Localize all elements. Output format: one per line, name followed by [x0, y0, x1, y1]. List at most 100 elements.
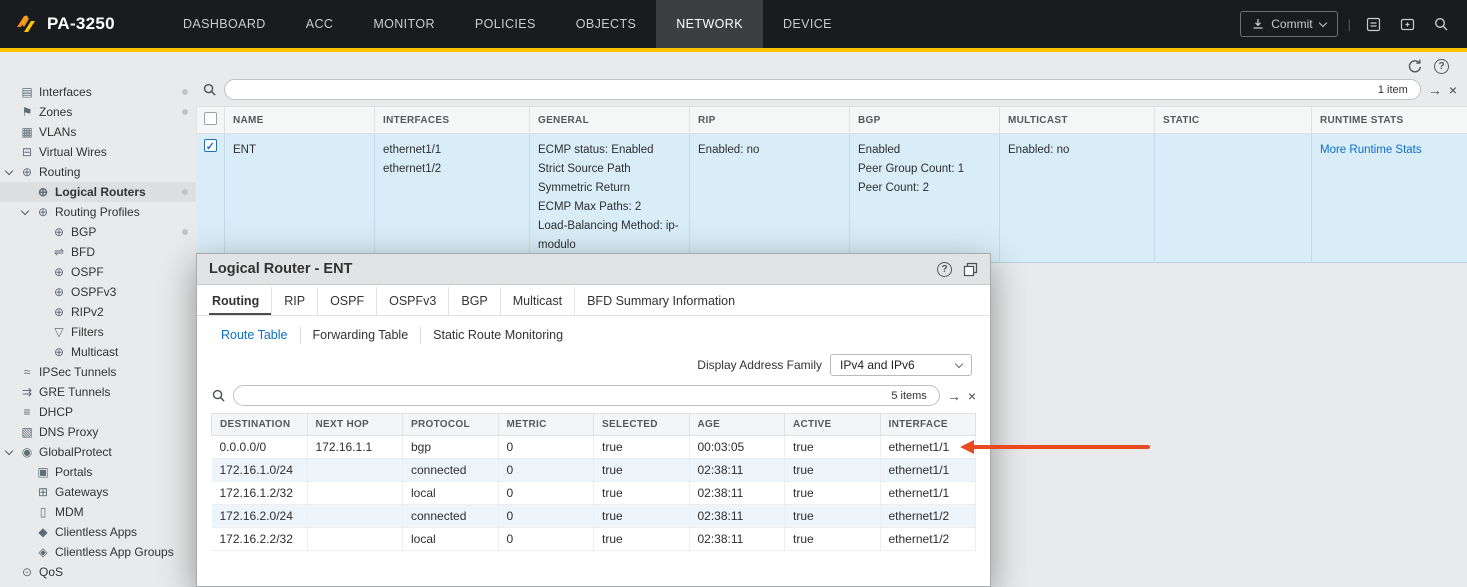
column-header-multicast[interactable]: MULTICAST [1000, 107, 1155, 134]
subtab-forwarding-table[interactable]: Forwarding Table [300, 327, 421, 344]
more-runtime-stats-link[interactable]: More Runtime Stats [1320, 144, 1422, 156]
chevron-down-icon[interactable] [21, 206, 29, 214]
search-input[interactable]: 1 item [224, 79, 1421, 100]
nav-device[interactable]: DEVICE [763, 0, 852, 48]
route-column-protocol[interactable]: PROTOCOL [403, 414, 499, 436]
route-cell-interface: ethernet1/1 [880, 436, 976, 459]
route-row[interactable]: 172.16.2.0/24connected0true02:38:11truee… [212, 505, 976, 528]
route-column-metric[interactable]: METRIC [498, 414, 594, 436]
route-row[interactable]: 172.16.1.2/32local0true02:38:11trueether… [212, 482, 976, 505]
apply-filter-arrow-icon[interactable]: → [947, 389, 961, 403]
sidebar-item-gre-tunnels[interactable]: ⇉GRE Tunnels [0, 382, 196, 402]
dialog-tab-ospf[interactable]: OSPF [317, 287, 376, 315]
sidebar-item-zones[interactable]: ⚑Zones [0, 102, 196, 122]
column-header-static[interactable]: STATIC [1155, 107, 1312, 134]
sidebar-item-dhcp[interactable]: ≡DHCP [0, 402, 196, 422]
route-cell-age: 02:38:11 [689, 459, 785, 482]
help-icon[interactable]: ? [1434, 59, 1449, 74]
tasks-icon[interactable] [1361, 12, 1385, 36]
chevron-down-icon[interactable] [5, 166, 13, 174]
route-search-input[interactable]: 5 items [233, 385, 940, 406]
sidebar-item-gateways[interactable]: ⊞Gateways [0, 482, 196, 502]
commit-button[interactable]: Commit [1240, 11, 1337, 37]
maximize-icon[interactable] [963, 262, 978, 277]
sidebar-item-ospfv3[interactable]: ⊕OSPFv3 [0, 282, 196, 302]
cell-interfaces: ethernet1/1 ethernet1/2 [375, 134, 530, 263]
subtab-static-route-monitoring[interactable]: Static Route Monitoring [420, 327, 575, 344]
sidebar-item-multicast[interactable]: ⊕Multicast [0, 342, 196, 362]
route-row[interactable]: 0.0.0.0/0172.16.1.1bgp0true00:03:05truee… [212, 436, 976, 459]
dns-proxy-icon: ▧ [19, 425, 35, 439]
route-cell-age: 02:38:11 [689, 528, 785, 551]
cell-general: ECMP status: Enabled Strict Source Path … [530, 134, 690, 263]
column-header-runtime-stats[interactable]: RUNTIME STATS [1312, 107, 1467, 134]
dialog-tab-routing[interactable]: Routing [209, 287, 271, 315]
sidebar-item-filters[interactable]: ▽Filters [0, 322, 196, 342]
route-column-active[interactable]: ACTIVE [785, 414, 881, 436]
refresh-icon[interactable] [1407, 58, 1423, 74]
sidebar-item-vlans[interactable]: ▦VLANs [0, 122, 196, 142]
column-header-bgp[interactable]: BGP [850, 107, 1000, 134]
sidebar-item-bfd[interactable]: ⇌BFD [0, 242, 196, 262]
config-window-icon[interactable] [1395, 12, 1419, 36]
nav-policies[interactable]: POLICIES [455, 0, 556, 48]
sidebar-item-virtual-wires[interactable]: ⊟Virtual Wires [0, 142, 196, 162]
dialog-tab-rip[interactable]: RIP [271, 287, 317, 315]
sidebar-item-ipsec-tunnels[interactable]: ≈IPSec Tunnels [0, 362, 196, 382]
column-header-name[interactable]: NAME [225, 107, 375, 134]
select-all-header[interactable] [197, 107, 225, 134]
nav-acc[interactable]: ACC [286, 0, 354, 48]
route-column-destination[interactable]: DESTINATION [212, 414, 308, 436]
clear-filter-icon[interactable]: × [968, 389, 976, 403]
sidebar-item-ripv2[interactable]: ⊕RIPv2 [0, 302, 196, 322]
route-column-interface[interactable]: INTERFACE [880, 414, 976, 436]
sidebar-item-label: DNS Proxy [39, 425, 98, 439]
sidebar-item-globalprotect[interactable]: ◉GlobalProtect [0, 442, 196, 462]
sidebar-item-logical-routers[interactable]: ⊕Logical Routers [0, 182, 196, 202]
sidebar-item-clientless-apps[interactable]: ◆Clientless Apps [0, 522, 196, 542]
bgp-icon: ⊕ [51, 225, 67, 239]
sidebar-item-portals[interactable]: ▣Portals [0, 462, 196, 482]
cell-static [1155, 134, 1312, 263]
sidebar-item-clientless-app-groups[interactable]: ◈Clientless App Groups [0, 542, 196, 562]
row-checkbox[interactable] [204, 139, 217, 152]
route-column-age[interactable]: AGE [689, 414, 785, 436]
dialog-help-icon[interactable]: ? [937, 262, 952, 277]
logical-router-row[interactable]: ENTethernet1/1 ethernet1/2ECMP status: E… [197, 134, 1467, 263]
route-row[interactable]: 172.16.2.2/32local0true02:38:11trueether… [212, 528, 976, 551]
sidebar-item-bgp[interactable]: ⊕BGP [0, 222, 196, 242]
sidebar-item-mdm[interactable]: ▯MDM [0, 502, 196, 522]
clear-filter-icon[interactable]: × [1449, 83, 1457, 97]
sidebar-item-routing-profiles[interactable]: ⊕Routing Profiles [0, 202, 196, 222]
sidebar-item-routing[interactable]: ⊕Routing [0, 162, 196, 182]
sidebar-item-label: Clientless Apps [55, 525, 137, 539]
sidebar-item-label: DHCP [39, 405, 73, 419]
route-cell-age: 00:03:05 [689, 436, 785, 459]
column-header-interfaces[interactable]: INTERFACES [375, 107, 530, 134]
subtab-route-table[interactable]: Route Table [209, 327, 300, 344]
sidebar-item-ospf[interactable]: ⊕OSPF [0, 262, 196, 282]
column-header-rip[interactable]: RIP [690, 107, 850, 134]
route-column-selected[interactable]: SELECTED [594, 414, 690, 436]
nav-monitor[interactable]: MONITOR [353, 0, 455, 48]
nav-dashboard[interactable]: DASHBOARD [163, 0, 286, 48]
route-column-next-hop[interactable]: NEXT HOP [307, 414, 403, 436]
nav-objects[interactable]: OBJECTS [556, 0, 656, 48]
checkbox-unchecked[interactable] [204, 112, 217, 125]
route-cell-interface: ethernet1/2 [880, 528, 976, 551]
address-family-select[interactable]: IPv4 and IPv6 [830, 354, 972, 376]
search-icon[interactable] [1429, 12, 1453, 36]
dialog-tab-bgp[interactable]: BGP [448, 287, 499, 315]
dialog-tab-bfd-summary-information[interactable]: BFD Summary Information [574, 287, 747, 315]
chevron-down-icon [955, 359, 963, 367]
apply-filter-arrow-icon[interactable]: → [1428, 83, 1442, 97]
dialog-tab-ospfv3[interactable]: OSPFv3 [376, 287, 448, 315]
chevron-down-icon[interactable] [5, 446, 13, 454]
dialog-tab-multicast[interactable]: Multicast [500, 287, 574, 315]
route-row[interactable]: 172.16.1.0/24connected0true02:38:11truee… [212, 459, 976, 482]
sidebar-item-qos[interactable]: ⊙QoS [0, 562, 196, 582]
sidebar-item-dns-proxy[interactable]: ▧ DNS Proxy [0, 422, 196, 442]
nav-network[interactable]: NETWORK [656, 0, 763, 48]
column-header-general[interactable]: GENERAL [530, 107, 690, 134]
sidebar-item-interfaces[interactable]: ▤Interfaces [0, 82, 196, 102]
